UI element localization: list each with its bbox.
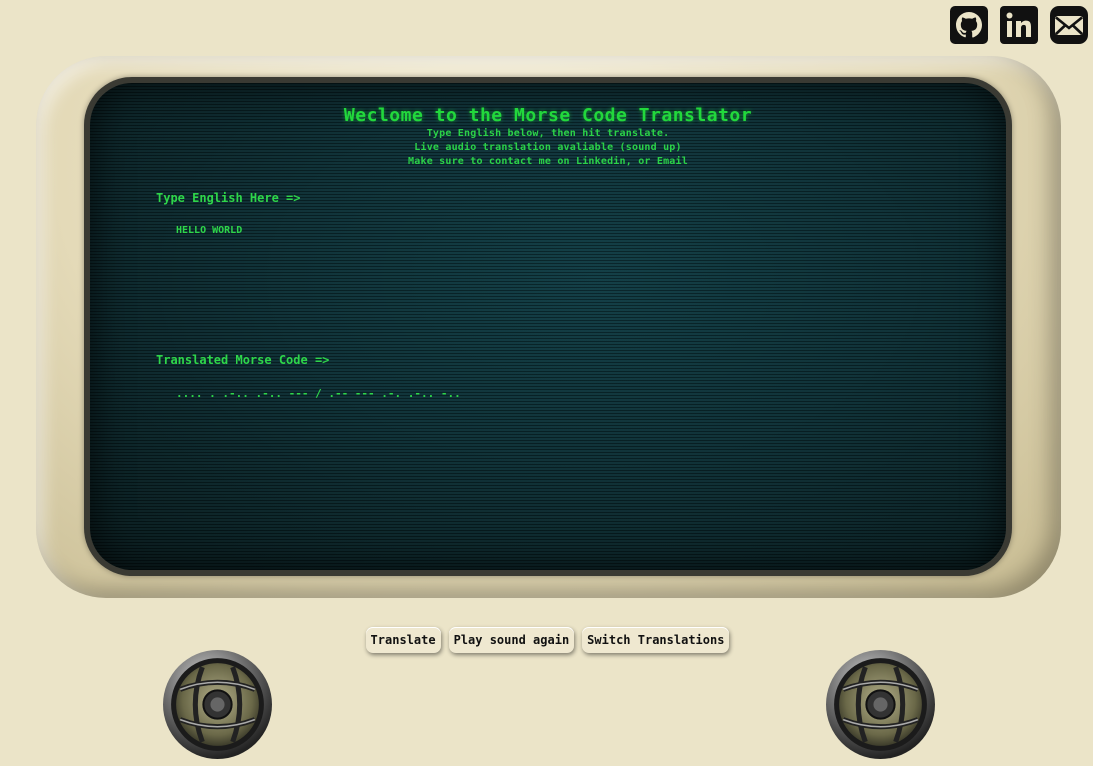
translate-button[interactable]: Translate xyxy=(365,627,441,653)
speaker-icon xyxy=(163,650,272,759)
english-input-label: Type English Here => xyxy=(156,191,301,205)
morse-output[interactable]: .... . .-.. .-.. --- / .-- --- .-. .-.. … xyxy=(172,383,940,511)
github-link[interactable] xyxy=(949,5,989,45)
page-title: Weclome to the Morse Code Translator xyxy=(343,105,753,126)
right-speaker xyxy=(825,649,936,760)
email-link[interactable] xyxy=(1049,5,1089,45)
linkedin-icon xyxy=(1000,6,1038,44)
play-sound-button[interactable]: Play sound again xyxy=(448,627,575,653)
instruction-line-2: Live audio translation avaliable (sound … xyxy=(414,142,682,153)
morse-output-label: Translated Morse Code => xyxy=(156,353,330,367)
github-icon xyxy=(950,6,988,44)
left-speaker xyxy=(162,649,273,760)
instruction-line-1: Type English below, then hit translate. xyxy=(426,128,670,139)
instruction-line-3: Make sure to contact me on Linkedin, or … xyxy=(408,156,688,167)
speaker-icon xyxy=(826,650,935,759)
english-input[interactable]: HELLO WORLD xyxy=(172,221,940,329)
crt-screen: Weclome to the Morse Code Translator Typ… xyxy=(90,83,1006,570)
social-links xyxy=(949,5,1089,45)
linkedin-link[interactable] xyxy=(999,5,1039,45)
email-icon xyxy=(1050,6,1088,44)
switch-translations-button[interactable]: Switch Translations xyxy=(582,627,730,653)
